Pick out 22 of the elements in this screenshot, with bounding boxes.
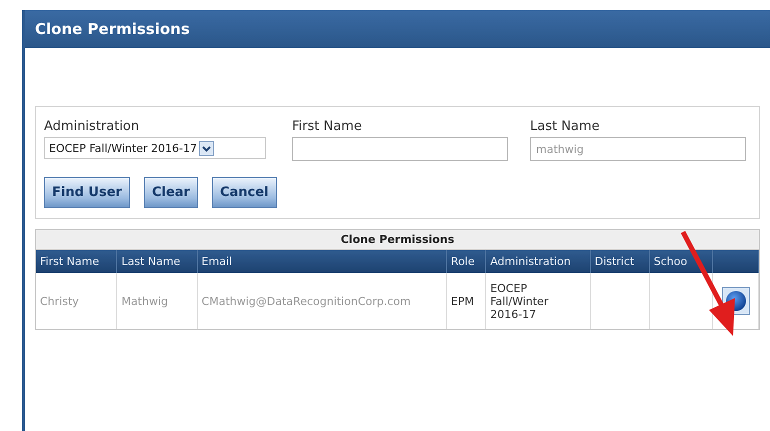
- table-cell: EPM: [450, 294, 474, 308]
- column-header: First Name: [36, 250, 117, 273]
- action-button[interactable]: Find User: [44, 177, 130, 208]
- column-header: District: [590, 250, 650, 273]
- field-label: Administration: [44, 119, 140, 134]
- administration-dropdown[interactable]: EOCEP Fall/Winter 2016-17: [44, 137, 266, 159]
- table-cell-text: EOCEP Fall/Winter 2016-17: [490, 282, 550, 320]
- column-header: Administration: [486, 250, 590, 273]
- field-label: Last Name: [530, 119, 601, 134]
- column-header: Last Name: [116, 250, 198, 273]
- input-field[interactable]: [292, 137, 508, 161]
- table-cell: CMathwig@DataRecognitionCorp.com: [202, 294, 411, 308]
- table-cell: Christy: [40, 294, 79, 308]
- action-button[interactable]: Cancel: [212, 177, 276, 208]
- column-header: Role: [446, 250, 486, 273]
- column-header: Email: [197, 250, 446, 273]
- dropdown-value: EOCEP Fall/Winter 2016-17: [49, 142, 197, 154]
- window-title: Clone Permissions: [25, 10, 770, 48]
- table-caption: Clone Permissions: [36, 230, 759, 250]
- action-button[interactable]: Clear: [144, 177, 198, 208]
- field-label: First Name: [292, 119, 363, 134]
- table-cell: Mathwig: [121, 294, 168, 308]
